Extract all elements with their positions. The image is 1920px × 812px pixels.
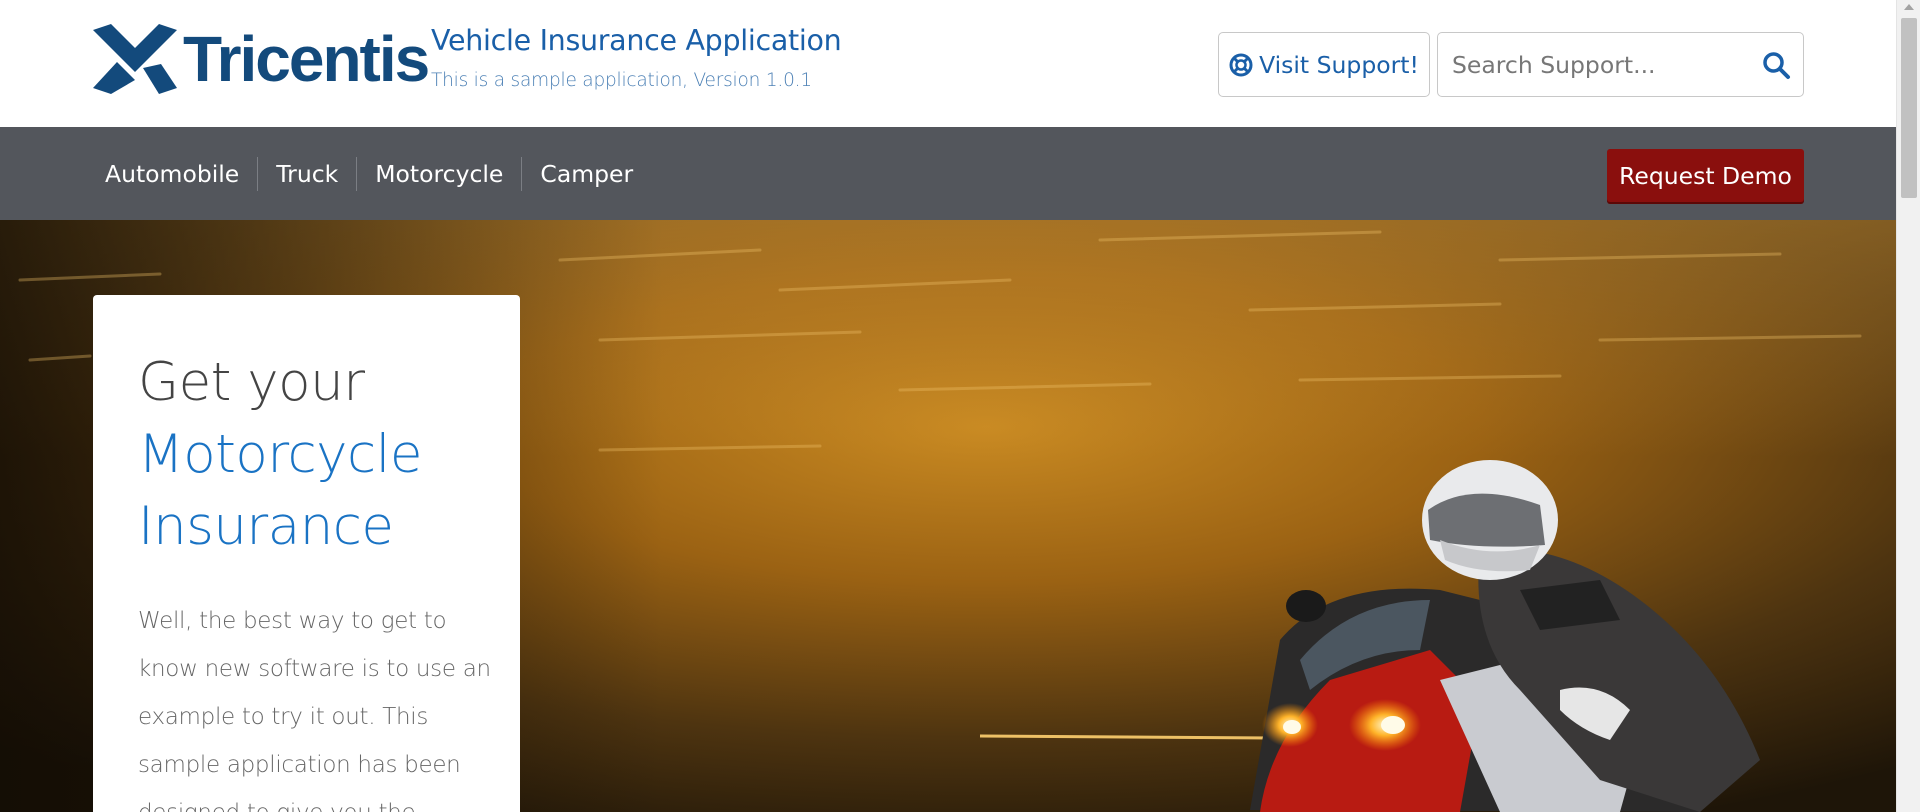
lifebuoy-icon <box>1229 53 1253 76</box>
tricentis-logo[interactable]: Tricentis <box>91 23 430 95</box>
hero-body-text: Well, the best way to get to know new so… <box>138 608 491 812</box>
site-header: Tricentis Vehicle Insurance Application … <box>0 0 1896 127</box>
visit-support-button[interactable]: Visit Support! <box>1218 32 1430 97</box>
scroll-up-arrow-icon[interactable] <box>1904 4 1914 10</box>
tricentis-x-icon <box>93 24 177 94</box>
scrollbar-thumb[interactable] <box>1901 18 1917 198</box>
nav-item-automobile[interactable]: Automobile <box>87 157 257 191</box>
hero-card: Get your Motorcycle Insurance Well, the … <box>93 295 520 812</box>
hero-title-line2: Motorcycle <box>138 424 422 485</box>
visit-support-label: Visit Support! <box>1259 50 1419 79</box>
hero-title: Get your Motorcycle Insurance <box>138 347 422 563</box>
nav-item-camper[interactable]: Camper <box>521 156 651 191</box>
logo-text: Tricentis <box>183 23 430 95</box>
search-icon[interactable] <box>1761 50 1791 80</box>
hero-title-line3: Insurance <box>138 496 394 557</box>
app-subtitle: This is a sample application, Version 1.… <box>431 70 812 91</box>
search-support-input[interactable] <box>1452 33 1742 96</box>
hero-title-line1: Get your <box>138 352 365 413</box>
page-scrollbar[interactable] <box>1896 0 1920 812</box>
nav-item-truck[interactable]: Truck <box>257 156 356 191</box>
request-demo-button[interactable]: Request Demo <box>1607 149 1804 202</box>
nav-item-motorcycle[interactable]: Motorcycle <box>356 156 521 191</box>
nav-list: Automobile Truck Motorcycle Camper <box>87 127 651 220</box>
search-support-box <box>1437 32 1804 97</box>
app-title: Vehicle Insurance Application <box>431 24 842 57</box>
